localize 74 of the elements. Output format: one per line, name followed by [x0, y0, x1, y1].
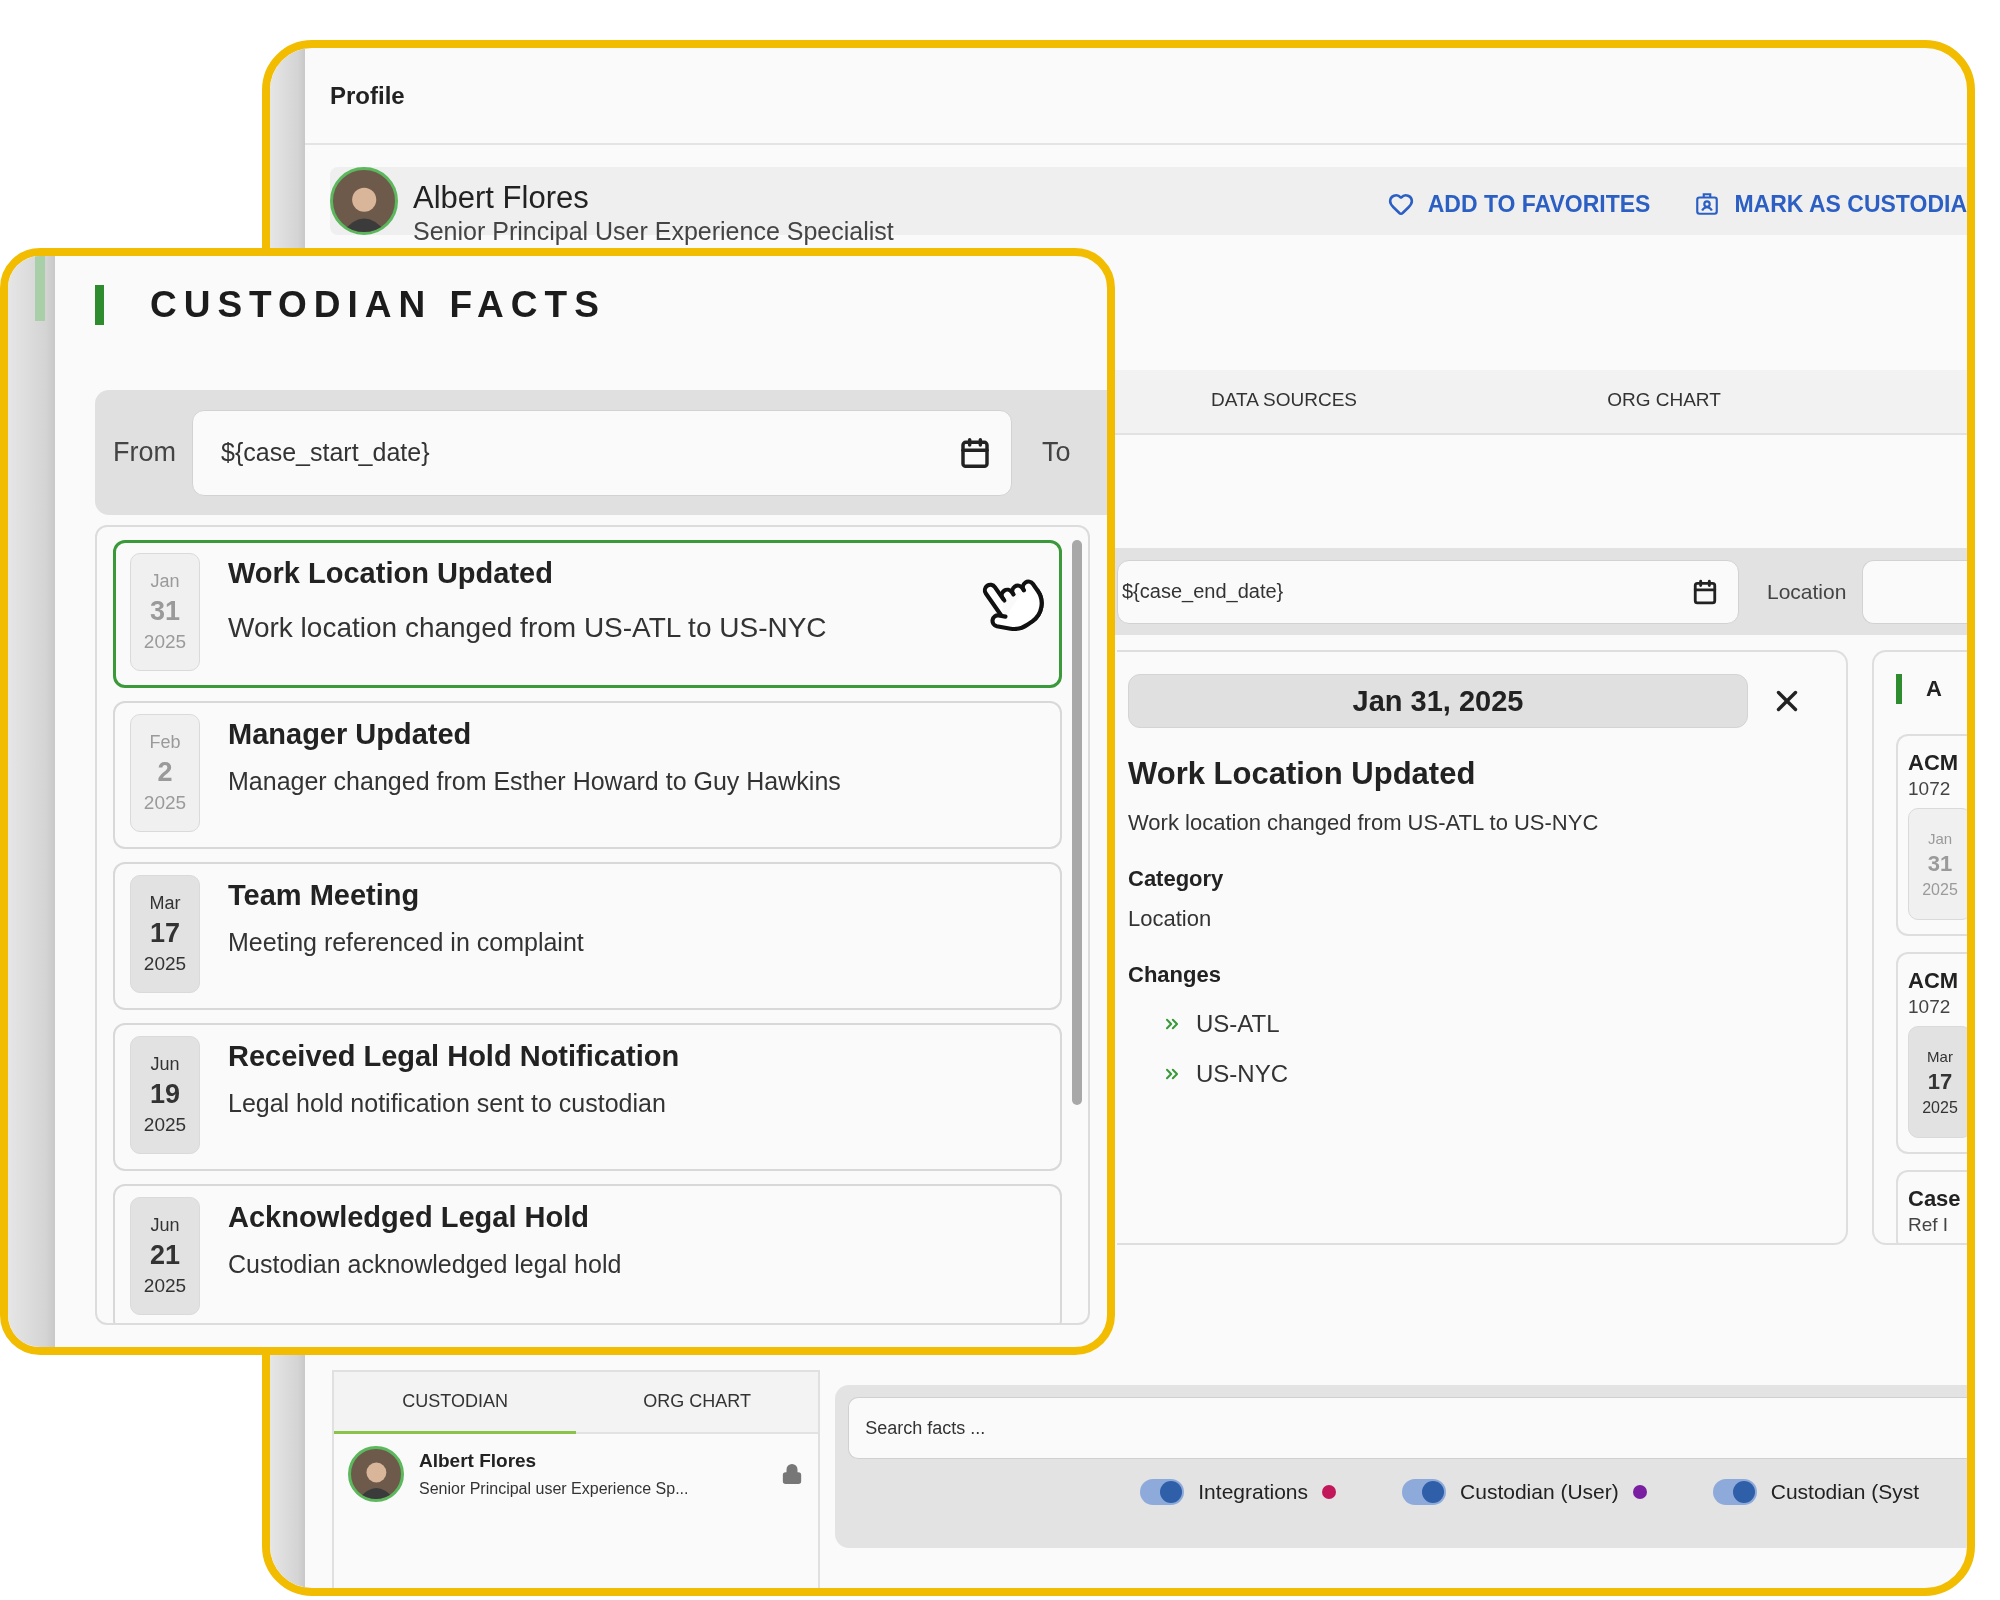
source-label: Custodian (Syst — [1770, 1480, 1919, 1504]
side-card-title: Case — [1908, 1186, 1962, 1212]
side-card[interactable]: ACM 1072 Jan 31 2025 — [1896, 734, 1967, 936]
side-card-title: ACM — [1908, 750, 1960, 776]
heart-icon — [1387, 191, 1414, 217]
toggle-switch[interactable] — [1712, 1479, 1757, 1505]
action-button[interactable]: MARK AS CUSTODIA — [1694, 190, 1967, 218]
calendar-icon[interactable] — [1692, 578, 1718, 605]
changes-label: Changes — [1128, 962, 1222, 988]
tab[interactable]: CUSTODIAN — [334, 1372, 577, 1434]
source-label: Custodian (User) — [1460, 1480, 1619, 1504]
date-badge: Mar 17 2025 — [130, 875, 200, 993]
side-card-title: ACM — [1908, 968, 1960, 994]
avatar — [330, 167, 398, 235]
fact-card[interactable]: Jun 19 2025 Received Legal Hold Notification Legal hold notification sent to custodian — [113, 1023, 1062, 1171]
to-label: To — [1042, 437, 1071, 468]
fact-title: Manager Updated — [228, 718, 473, 751]
fact-card[interactable]: Jan 31 2025 Work Location Updated Work location changed from US-ATL to US-NYC — [113, 540, 1062, 688]
fact-card[interactable]: Feb 2 2025 Manager Updated Manager changed from Esther Howard to Guy Hawkins — [113, 701, 1062, 849]
accent-bar — [95, 285, 104, 325]
page-title: Profile — [330, 81, 405, 110]
fact-card[interactable]: Jun 21 2025 Acknowledged Legal Hold Custodian acknowledged legal hold — [113, 1184, 1062, 1323]
change-value: US-NYC — [1196, 1060, 1288, 1088]
fact-description: Manager changed from Esther Howard to Guy Hawkins — [228, 767, 841, 796]
detail-description: Work location changed from US-ATL to US-NYC — [1128, 810, 1600, 836]
avatar — [348, 1446, 404, 1502]
side-card-ref: Ref I — [1908, 1214, 1950, 1236]
action-button[interactable]: ADD TO FAVORITES — [1387, 190, 1651, 218]
date-badge: Feb 2 2025 — [130, 714, 200, 832]
end-date-field[interactable]: ${case_end_date} — [1117, 559, 1739, 624]
person-name: Albert Flores — [419, 1450, 538, 1472]
tab[interactable]: ORG CHART — [576, 1372, 819, 1434]
detail-date: Jan 31, 2025 — [1128, 674, 1748, 728]
card-title: CUSTODIAN FACTS — [150, 285, 606, 325]
search-field[interactable]: Search facts ... — [848, 1397, 1967, 1459]
id-badge-icon — [1694, 191, 1721, 217]
fact-description: Meeting referenced in complaint — [228, 928, 584, 957]
start-date-field[interactable]: ${case_start_date} — [192, 409, 1012, 496]
side-card[interactable]: ACM 1072 Mar 17 2025 — [1896, 952, 1967, 1154]
location-field[interactable] — [1862, 559, 1967, 624]
calendar-icon[interactable] — [959, 436, 991, 469]
category-value: Location — [1128, 906, 1213, 932]
fact-title: Work Location Updated — [228, 557, 554, 590]
from-label: From — [113, 437, 176, 468]
date-badge: Jan 31 2025 — [1908, 808, 1967, 920]
side-card[interactable]: Case Ref I — [1896, 1170, 1967, 1243]
fact-title: Received Legal Hold Notification — [228, 1040, 680, 1073]
fact-title: Team Meeting — [228, 879, 421, 912]
date-badge: Jun 19 2025 — [130, 1036, 200, 1154]
date-badge: Jun 21 2025 — [130, 1197, 200, 1315]
side-card-ref: 1072 — [1908, 996, 1952, 1018]
person-role: Senior Principal User Experience Specialist — [413, 216, 894, 246]
accent-bar — [35, 256, 45, 321]
fact-description: Legal hold notification sent to custodian — [228, 1089, 667, 1118]
source-label: Integrations — [1198, 1480, 1309, 1504]
fact-description: Work location changed from US-ATL to US-NYC — [228, 612, 827, 644]
tab[interactable]: DATA SOURCES — [1117, 370, 1451, 433]
person-role: Senior Principal user Experience Sp... — [419, 1480, 690, 1498]
date-badge: Mar 17 2025 — [1908, 1026, 1967, 1138]
location-label: Location — [1767, 579, 1847, 604]
side-card-ref: 1072 — [1908, 778, 1952, 800]
toggle-switch[interactable] — [1402, 1479, 1447, 1505]
fact-description: Custodian acknowledged legal hold — [228, 1250, 622, 1279]
accent-bar — [1896, 674, 1902, 704]
fact-title: Acknowledged Legal Hold — [228, 1201, 590, 1234]
fact-card[interactable]: Mar 17 2025 Team Meeting Meeting referenced in complaint — [113, 862, 1062, 1010]
change-value: US-ATL — [1196, 1010, 1280, 1038]
tab[interactable]: ORG CHART — [1497, 370, 1831, 433]
side-panel-heading: A — [1926, 676, 1946, 702]
person-name: Albert Flores — [413, 180, 590, 216]
date-badge: Jan 31 2025 — [130, 553, 200, 671]
detail-title: Work Location Updated — [1128, 756, 1477, 792]
category-label: Category — [1128, 866, 1225, 892]
toggle-switch[interactable] — [1140, 1479, 1185, 1505]
